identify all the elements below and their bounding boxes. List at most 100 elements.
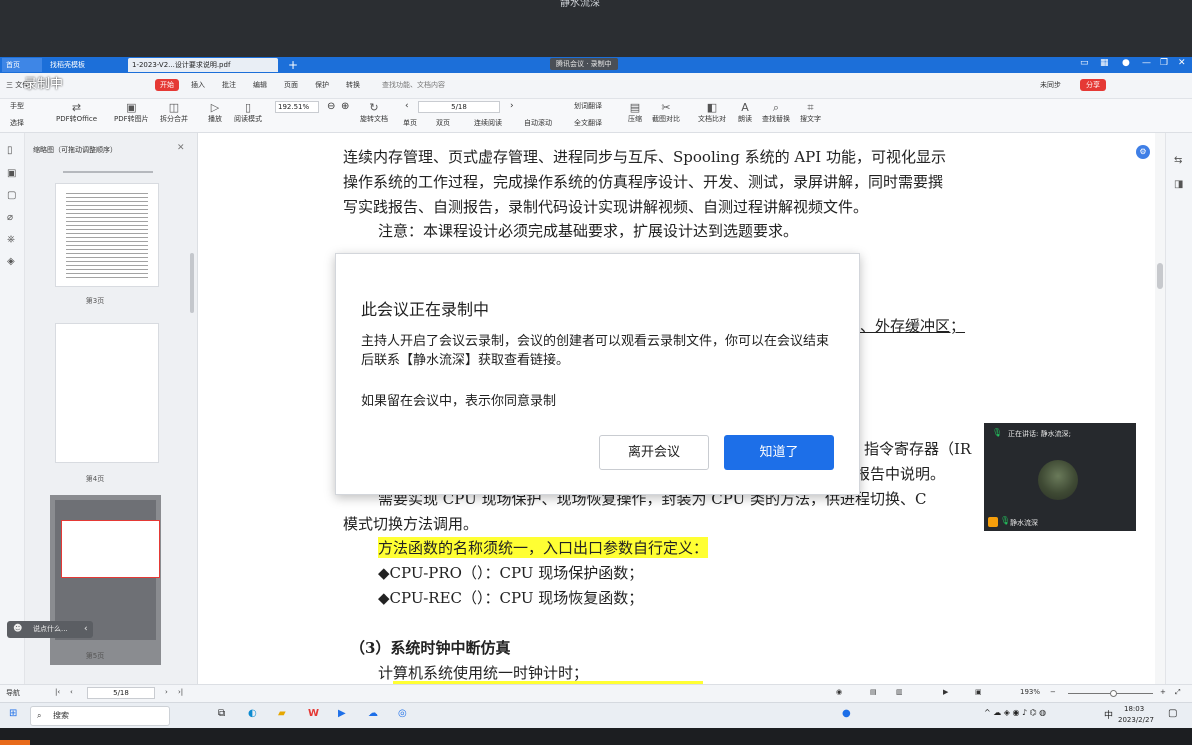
screen-compare-button[interactable]: ✂ 截图对比 (652, 101, 680, 124)
ai-assistant-icon[interactable]: ⚙ (1136, 145, 1150, 159)
first-page-icon[interactable]: |‹ (55, 688, 60, 696)
menu-convert[interactable]: 转换 (346, 80, 360, 90)
close-icon[interactable]: ✕ (177, 143, 185, 153)
prev-page-icon[interactable]: ‹ (70, 688, 73, 696)
prev-page-icon[interactable]: ‹ (405, 101, 409, 111)
notification-app-icon[interactable]: ● (842, 708, 851, 719)
tab-templates[interactable]: 找稻壳模板 (46, 58, 126, 72)
thumbnail-icon[interactable]: ▣ (7, 168, 16, 179)
find-text-button[interactable]: ⌗ 搜文字 (800, 101, 821, 124)
sync-status[interactable]: 未同步 (1040, 80, 1061, 90)
pdf-to-office-button[interactable]: ⇄ PDF转Office (56, 101, 97, 124)
menu-start[interactable]: 开始 (155, 79, 179, 91)
media-icon[interactable]: ▶ (338, 708, 346, 719)
thumbnail-size-slider[interactable] (63, 171, 153, 173)
document-scrollbar[interactable] (1155, 133, 1165, 684)
scrollbar-thumb[interactable] (1157, 263, 1163, 289)
next-page-icon[interactable]: › (510, 101, 514, 111)
menu-insert[interactable]: 插入 (191, 80, 205, 90)
grid-icon[interactable]: ▦ (1100, 58, 1109, 68)
compress-button[interactable]: ▤ 压缩 (628, 101, 642, 124)
zoom-in-icon[interactable]: + (1160, 688, 1166, 696)
read-aloud-button[interactable]: A 朗读 (738, 101, 752, 124)
single-page-button[interactable]: 单页 (403, 118, 417, 128)
attachment-icon[interactable]: ⌀ (7, 212, 13, 223)
share-button[interactable]: 分享 (1080, 79, 1106, 91)
thumbnail-page-5[interactable] (50, 495, 161, 665)
split-merge-button[interactable]: ◫ 拆分合并 (160, 101, 188, 124)
taskbar-search-input[interactable]: ⌕ 搜索 (30, 706, 170, 726)
file-explorer-icon[interactable]: ▰ (278, 708, 286, 719)
last-page-icon[interactable]: ›| (178, 688, 183, 696)
translate-button[interactable]: 划词翻译 (574, 101, 602, 111)
panel-side-icon[interactable]: ◨ (1174, 179, 1183, 190)
acknowledge-button[interactable]: 知道了 (724, 435, 834, 470)
read-mode-button[interactable]: ▯ 阅读模式 (234, 101, 262, 124)
tab-document[interactable]: 1-2023-V2...设计要求说明.pdf (128, 58, 278, 72)
zoom-out-icon[interactable]: ⊖ (327, 101, 335, 112)
play-icon[interactable]: ▶ (943, 688, 948, 696)
eye-protection-icon[interactable]: ◉ (836, 688, 842, 696)
edge-icon[interactable]: ◐ (248, 708, 257, 719)
next-page-icon[interactable]: › (165, 688, 168, 696)
bookmark-icon[interactable]: ▯ (7, 145, 13, 156)
select-tool[interactable]: 选择 (10, 118, 24, 128)
windows-start-icon[interactable]: ⊞ (9, 708, 17, 719)
search-input[interactable]: 查找功能、文档内容 (382, 80, 445, 90)
chat-tooltip[interactable]: ☻ 说点什么... ‹ (7, 621, 93, 638)
status-page-input[interactable]: 5/18 (87, 687, 155, 699)
zoom-slider-thumb[interactable] (1110, 690, 1117, 697)
wps-icon[interactable]: W (308, 708, 319, 719)
double-page-view-icon[interactable]: ▥ (896, 688, 903, 696)
ime-indicator[interactable]: 中 (1104, 708, 1113, 721)
zoom-input[interactable]: 192.51% (275, 101, 319, 113)
double-page-button[interactable]: 双页 (436, 118, 450, 128)
thumbnail-page-4[interactable] (55, 323, 159, 463)
tray-icons[interactable]: ^ ☁ ◈ ◉ ♪ ⌬ ◍ (984, 708, 1046, 717)
thumbnail-page-3[interactable] (55, 183, 159, 287)
full-translate-button[interactable]: 全文翻译 (574, 118, 602, 128)
continuous-button[interactable]: 连续阅读 (474, 118, 502, 128)
menu-protect[interactable]: 保护 (315, 80, 329, 90)
menu-comment[interactable]: 批注 (222, 80, 236, 90)
page-input[interactable]: 5/18 (418, 101, 500, 113)
video-window[interactable]: 🎙 正在讲话: 静水流深; 🎙 静水流深 (984, 423, 1136, 531)
stamp-icon[interactable]: ⎈ (7, 234, 15, 245)
meeting-recording-badge[interactable]: 腾讯会议 · 录制中 (550, 58, 618, 70)
zoom-in-icon[interactable]: ⊕ (341, 101, 349, 112)
nav-toggle[interactable]: 导航 (6, 688, 20, 698)
task-view-icon[interactable]: ⧉ (218, 708, 225, 719)
leave-meeting-button[interactable]: 离开会议 (599, 435, 709, 470)
pdf-to-image-button[interactable]: ▣ PDF转图片 (114, 101, 149, 124)
add-tab-button[interactable]: + (284, 58, 302, 72)
minimize-icon[interactable]: — (1142, 58, 1151, 68)
fit-page-icon[interactable]: ▣ (975, 688, 982, 696)
app-icon[interactable]: ◎ (398, 708, 407, 719)
doc-compare-button[interactable]: ◧ 文档比对 (698, 101, 726, 124)
tab-home[interactable]: 首页 (2, 58, 42, 72)
menu-edit[interactable]: 编辑 (253, 80, 267, 90)
action-center-icon[interactable]: ▢ (1168, 708, 1177, 719)
auto-scroll-button[interactable]: 自动滚动 (524, 118, 552, 128)
meeting-app-icon[interactable]: ☁ (368, 708, 378, 719)
translate-side-icon[interactable]: ⇆ (1174, 155, 1182, 166)
fullscreen-icon[interactable]: ⤢ (1175, 688, 1181, 697)
play-button[interactable]: ▷ 播放 (208, 101, 222, 124)
avatar[interactable]: ● (1122, 58, 1130, 68)
doc-line: 、外存缓冲区； (860, 317, 966, 335)
single-page-view-icon[interactable]: ▤ (870, 688, 877, 696)
find-replace-button[interactable]: ⌕ 查找替换 (762, 101, 790, 124)
zoom-out-icon[interactable]: − (1050, 688, 1056, 696)
close-icon[interactable]: ✕ (1178, 58, 1186, 68)
microphone-icon: 🎙 (992, 428, 1003, 437)
thumbnail-scrollbar[interactable] (190, 253, 194, 313)
rotate-button[interactable]: ↻ 旋转文档 (360, 101, 388, 124)
chevron-left-icon[interactable]: ‹ (84, 621, 88, 638)
layout-icon[interactable]: ▭ (1080, 58, 1089, 68)
restore-icon[interactable]: ❐ (1160, 58, 1168, 68)
comment-icon[interactable]: ▢ (7, 190, 16, 201)
hand-tool[interactable]: 手型 (10, 101, 24, 111)
menu-page[interactable]: 页面 (284, 80, 298, 90)
zoom-level[interactable]: 193% (1020, 688, 1040, 696)
layers-icon[interactable]: ◈ (7, 256, 15, 267)
